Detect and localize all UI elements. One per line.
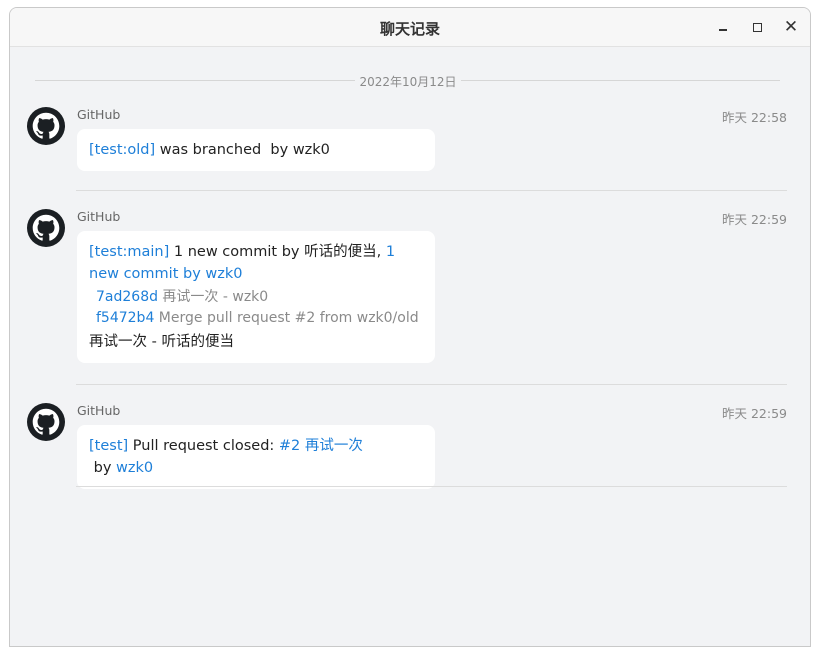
commit-list: 7ad268d 再试一次 - wzk0 f5472b4 Merge pull r… xyxy=(89,287,423,329)
message-time: 昨天 22:58 xyxy=(722,110,787,125)
message-text: by xyxy=(89,460,117,476)
message-bubble: [test:old] was branched by wzk0 xyxy=(77,129,435,171)
message-text: was branched by wzk0 xyxy=(155,142,330,158)
sender-name: GitHub xyxy=(77,403,121,418)
github-avatar-icon[interactable] xyxy=(27,209,65,247)
pull-request-link[interactable]: #2 再试一次 xyxy=(279,438,363,454)
commit-hash-link[interactable]: 7ad268d xyxy=(96,289,158,305)
close-button[interactable]: ✕ xyxy=(780,16,804,38)
sender-name: GitHub xyxy=(77,107,121,122)
message-line: [test:main] 1 new commit by 听话的便当, 1 new… xyxy=(89,241,423,285)
commit-item: 7ad268d 再试一次 - wzk0 xyxy=(96,287,423,308)
branch-link[interactable]: [test:main] xyxy=(89,244,169,260)
minimize-button[interactable] xyxy=(712,16,736,38)
maximize-icon xyxy=(753,23,762,32)
window-title: 聊天记录 xyxy=(379,20,440,38)
message-text: 1 new commit by 听话的便当, xyxy=(169,244,386,260)
chat-history-window: 聊天记录 ✕ 2022年10月12日 GitHub 昨天 22:58 [test… xyxy=(9,7,811,647)
github-avatar-icon[interactable] xyxy=(27,403,65,441)
commit-item: f5472b4 Merge pull request #2 from wzk0/… xyxy=(96,308,423,329)
divider xyxy=(35,80,355,81)
repo-link[interactable]: [test] xyxy=(89,438,128,454)
message-text: Pull request closed: xyxy=(128,438,279,454)
branch-link[interactable]: [test:old] xyxy=(89,142,155,158)
minimize-icon xyxy=(719,29,727,31)
title-bar: 聊天记录 ✕ xyxy=(10,8,810,47)
message-bubble: [test:main] 1 new commit by 听话的便当, 1 new… xyxy=(77,231,435,363)
date-separator: 2022年10月12日 xyxy=(35,72,780,90)
date-label: 2022年10月12日 xyxy=(359,75,457,89)
maximize-button[interactable] xyxy=(746,16,770,38)
sender-name: GitHub xyxy=(77,209,121,224)
message-footer: 再试一次 - 听话的便当 xyxy=(89,334,234,350)
commit-message: 再试一次 - wzk0 xyxy=(157,289,269,305)
close-icon: ✕ xyxy=(783,17,799,37)
message-time: 昨天 22:59 xyxy=(722,406,787,421)
divider xyxy=(76,486,787,487)
divider xyxy=(461,80,780,81)
user-link[interactable]: wzk0 xyxy=(116,460,153,476)
commit-hash-link[interactable]: f5472b4 xyxy=(96,310,154,326)
message-time: 昨天 22:59 xyxy=(722,212,787,227)
divider xyxy=(76,384,787,385)
commit-message: Merge pull request #2 from wzk0/old xyxy=(154,310,419,326)
divider xyxy=(76,190,787,191)
github-avatar-icon[interactable] xyxy=(27,107,65,145)
message-bubble: [test] Pull request closed: #2 再试一次 by w… xyxy=(77,425,435,489)
